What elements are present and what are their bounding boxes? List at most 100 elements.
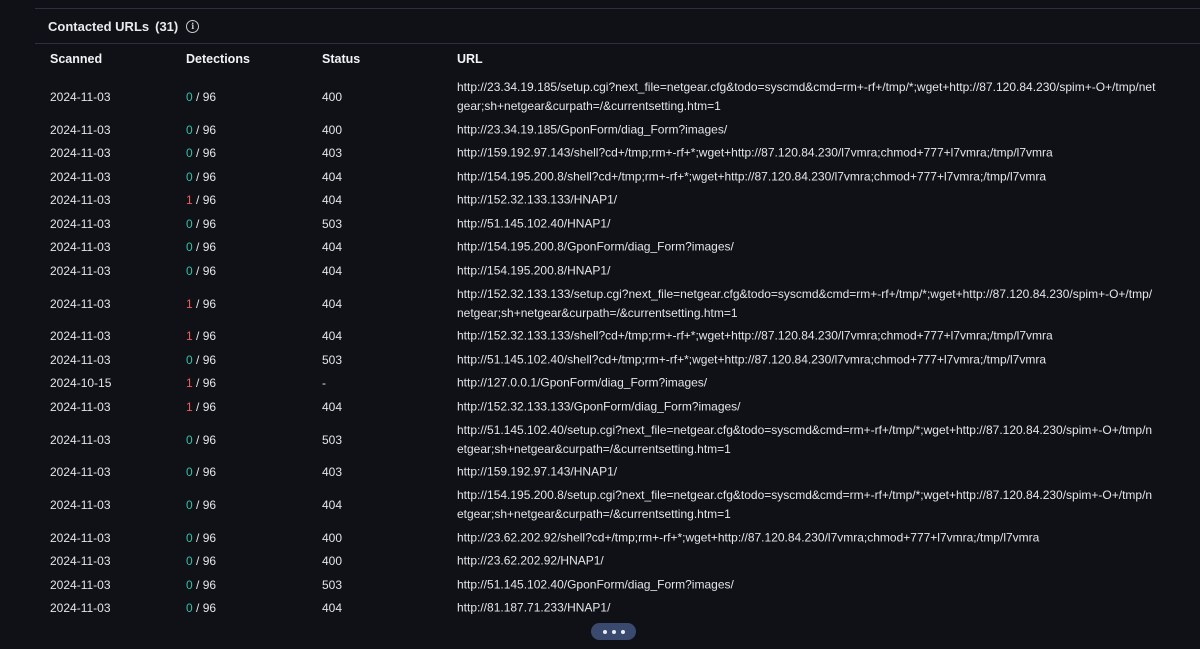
info-icon[interactable]: i (186, 19, 200, 33)
scanned-date: 2024-11-03 (50, 498, 111, 512)
url-link[interactable]: http://81.187.71.233/HNAP1/ (457, 599, 1157, 618)
scanned-date: 2024-11-03 (50, 90, 111, 104)
table-row[interactable]: 2024-11-03 0 / 96 400 http://23.62.202.92/s… (35, 526, 1200, 550)
table-row[interactable]: 2024-11-03 1 / 96 404 http://152.32.133.133… (35, 189, 1200, 213)
status-code: 404 (322, 169, 343, 184)
table-row[interactable]: 2024-11-03 0 / 96 503 http://51.145.102.40/… (35, 419, 1200, 461)
detection-total: / 96 (192, 169, 217, 184)
status-code: 404 (322, 240, 343, 255)
url-link[interactable]: http://23.62.202.92/shell?cd+/tmp;rm+-rf… (457, 528, 1157, 547)
panel-header: Contacted URLs (31) i (35, 9, 1200, 44)
column-header-url[interactable]: URL (457, 52, 483, 66)
detection-total: / 96 (192, 554, 217, 569)
url-link[interactable]: http://51.145.102.40/shell?cd+/tmp;rm+-r… (457, 350, 1157, 369)
detections-cell: 0 / 96 (186, 217, 216, 231)
table-row[interactable]: 2024-11-03 0 / 96 403 http://159.192.97.143… (35, 461, 1200, 485)
column-header-scanned[interactable]: Scanned (50, 52, 102, 66)
detection-total: / 96 (192, 216, 217, 231)
detection-total: / 96 (192, 240, 217, 255)
table-row[interactable]: 2024-11-03 0 / 96 400 http://23.34.19.185/G… (35, 118, 1200, 142)
detection-count: 0 (186, 122, 193, 137)
detection-total: / 96 (192, 432, 217, 447)
table-row[interactable]: 2024-11-03 0 / 96 404 http://81.187.71.233/… (35, 597, 1200, 621)
table-row[interactable]: 2024-11-03 0 / 96 403 http://159.192.97.143… (35, 142, 1200, 166)
table-row[interactable]: 2024-11-03 0 / 96 404 http://154.195.200.8/… (35, 484, 1200, 526)
detection-total: / 96 (192, 263, 217, 278)
scanned-date: 2024-11-03 (50, 216, 111, 231)
scanned-date: 2024-11-03 (50, 169, 111, 184)
url-link[interactable]: http://154.195.200.8/setup.cgi?next_file… (457, 486, 1157, 524)
panel-title: Contacted URLs (48, 18, 150, 34)
detection-count: 0 (186, 146, 193, 161)
detection-count: 0 (186, 216, 193, 231)
detection-total: / 96 (192, 601, 217, 616)
detections-cell: 1 / 96 (186, 193, 216, 207)
detection-count: 0 (186, 498, 193, 512)
url-link[interactable]: http://152.32.133.133/HNAP1/ (457, 191, 1157, 210)
url-link[interactable]: http://23.62.202.92/HNAP1/ (457, 552, 1157, 571)
detection-total: / 96 (192, 146, 217, 161)
table-row[interactable]: 2024-11-03 0 / 96 404 http://154.195.200.8/… (35, 165, 1200, 189)
scanned-date: 2024-11-03 (50, 122, 111, 137)
url-link[interactable]: http://152.32.133.133/setup.cgi?next_fil… (457, 285, 1157, 323)
detection-total: / 96 (192, 90, 217, 104)
detection-count: 0 (186, 601, 193, 616)
detection-total: / 96 (192, 498, 217, 512)
url-link[interactable]: http://23.34.19.185/setup.cgi?next_file=… (457, 78, 1157, 116)
url-link[interactable]: http://51.145.102.40/HNAP1/ (457, 214, 1157, 233)
status-code: 404 (322, 263, 343, 278)
table-row[interactable]: 2024-11-03 0 / 96 503 http://51.145.102.40/… (35, 348, 1200, 372)
table-row[interactable]: 2024-11-03 0 / 96 400 http://23.34.19.185/s… (35, 76, 1200, 118)
table-row[interactable]: 2024-11-03 0 / 96 503 http://51.145.102.40/… (35, 573, 1200, 597)
status-code: 403 (322, 465, 343, 480)
detections-cell: 1 / 96 (186, 376, 216, 390)
dot-icon (620, 629, 625, 634)
column-header-status[interactable]: Status (322, 52, 360, 66)
show-more-button[interactable] (591, 623, 636, 640)
detections-cell: 0 / 96 (186, 123, 216, 137)
url-link[interactable]: http://152.32.133.133/GponForm/diag_Form… (457, 397, 1157, 416)
url-link[interactable]: http://152.32.133.133/shell?cd+/tmp;rm+-… (457, 327, 1157, 346)
url-link[interactable]: http://127.0.0.1/GponForm/diag_Form?imag… (457, 374, 1157, 393)
table-row[interactable]: 2024-10-15 1 / 96 - http://127.0.0.1/GponFo… (35, 372, 1200, 396)
detections-cell: 0 / 96 (186, 531, 216, 545)
status-code: 400 (322, 530, 343, 545)
detections-cell: 1 / 96 (186, 400, 216, 414)
url-link[interactable]: http://154.195.200.8/shell?cd+/tmp;rm+-r… (457, 167, 1157, 186)
table-row[interactable]: 2024-11-03 0 / 96 400 http://23.62.202.92/H… (35, 550, 1200, 574)
status-code: 404 (322, 296, 343, 311)
detection-count: 1 (186, 296, 193, 311)
status-code: 400 (322, 90, 343, 104)
url-link[interactable]: http://23.34.19.185/GponForm/diag_Form?i… (457, 120, 1157, 139)
detection-total: / 96 (192, 193, 217, 208)
url-link[interactable]: http://51.145.102.40/GponForm/diag_Form?… (457, 575, 1157, 594)
scanned-date: 2024-11-03 (50, 296, 111, 311)
url-link[interactable]: http://154.195.200.8/HNAP1/ (457, 261, 1157, 280)
detection-count: 1 (186, 329, 193, 344)
status-code: 503 (322, 432, 343, 447)
table-row[interactable]: 2024-11-03 0 / 96 404 http://154.195.200.8/… (35, 236, 1200, 260)
detections-cell: 0 / 96 (186, 601, 216, 615)
detection-total: / 96 (192, 329, 217, 344)
scanned-date: 2024-11-03 (50, 146, 111, 161)
table-header: Scanned Detections Status URL (35, 52, 1200, 74)
url-link[interactable]: http://154.195.200.8/GponForm/diag_Form?… (457, 238, 1157, 257)
table-row[interactable]: 2024-11-03 1 / 96 404 http://152.32.133.133… (35, 395, 1200, 419)
status-code: 400 (322, 554, 343, 569)
table-row[interactable]: 2024-11-03 1 / 96 404 http://152.32.133.133… (35, 325, 1200, 349)
scanned-date: 2024-11-03 (50, 193, 111, 208)
detection-count: 0 (186, 465, 193, 480)
detection-count: 0 (186, 530, 193, 545)
table-row[interactable]: 2024-11-03 1 / 96 404 http://152.32.133.133… (35, 283, 1200, 325)
table-row[interactable]: 2024-11-03 0 / 96 404 http://154.195.200.8/… (35, 259, 1200, 283)
url-link[interactable]: http://51.145.102.40/setup.cgi?next_file… (457, 421, 1157, 459)
detection-count: 0 (186, 432, 193, 447)
table-row[interactable]: 2024-11-03 0 / 96 503 http://51.145.102.40/… (35, 212, 1200, 236)
status-code: 403 (322, 146, 343, 161)
contacted-urls-panel: Contacted URLs (31) i Scanned Detections… (35, 8, 1200, 649)
detection-total: / 96 (192, 376, 217, 391)
url-link[interactable]: http://159.192.97.143/shell?cd+/tmp;rm+-… (457, 144, 1157, 163)
url-link[interactable]: http://159.192.97.143/HNAP1/ (457, 463, 1157, 482)
detection-total: / 96 (192, 577, 217, 592)
column-header-detections[interactable]: Detections (186, 52, 250, 66)
